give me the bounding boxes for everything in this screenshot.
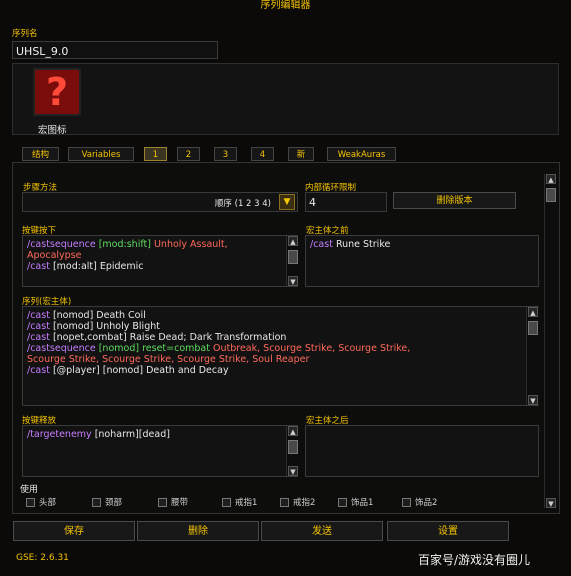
tab-2[interactable]: 2 bbox=[177, 147, 200, 161]
use-item-ring1[interactable]: 戒指1 bbox=[222, 496, 257, 508]
sequence-body-editor[interactable]: /cast [nomod] Death Coil /cast [nomod] U… bbox=[22, 306, 539, 406]
use-item-trinket2[interactable]: 饰品2 bbox=[402, 496, 437, 508]
scroll-thumb[interactable] bbox=[546, 188, 556, 202]
scroll-down-icon[interactable]: ▼ bbox=[288, 276, 298, 286]
step-method-dropdown[interactable]: 顺序 (1 2 3 4) ▼ bbox=[22, 192, 298, 212]
scroll-thumb[interactable] bbox=[528, 321, 538, 335]
use-item-head[interactable]: 头部 bbox=[26, 496, 56, 508]
scroll-down-icon[interactable]: ▼ bbox=[288, 466, 298, 476]
sequence-body-scrollbar[interactable]: ▲ ▼ bbox=[526, 307, 539, 405]
loop-limit-input[interactable]: 4 bbox=[305, 192, 387, 212]
watermark: 百家号/游戏没有圈儿 bbox=[418, 553, 531, 567]
step-method-value: 顺序 (1 2 3 4) bbox=[214, 199, 271, 209]
settings-button[interactable]: 设置 bbox=[387, 521, 509, 541]
prebody-editor[interactable]: /cast Rune Strike bbox=[305, 235, 539, 287]
use-item-trinket1[interactable]: 饰品1 bbox=[338, 496, 373, 508]
sequence-name-input[interactable]: UHSL_9.0 bbox=[12, 41, 218, 59]
macro-icon-frame bbox=[12, 63, 559, 135]
scroll-up-icon[interactable]: ▲ bbox=[288, 236, 298, 246]
keydown-scrollbar[interactable]: ▲ ▼ bbox=[286, 236, 299, 286]
question-mark-icon[interactable]: ? bbox=[33, 68, 81, 116]
sequence-name-value: UHSL_9.0 bbox=[16, 45, 69, 58]
tab-4[interactable]: 4 bbox=[251, 147, 274, 161]
scroll-down-icon[interactable]: ▼ bbox=[528, 395, 538, 405]
keyup-editor[interactable]: /targetenemy [noharm][dead] bbox=[22, 425, 298, 477]
scroll-up-icon[interactable]: ▲ bbox=[528, 307, 538, 317]
scroll-down-icon[interactable]: ▼ bbox=[546, 498, 556, 508]
scroll-up-icon[interactable]: ▲ bbox=[288, 426, 298, 436]
tab-3[interactable]: 3 bbox=[214, 147, 237, 161]
window-title: 序列编辑器 bbox=[260, 0, 311, 11]
tab-1[interactable]: 1 bbox=[144, 147, 167, 161]
macro-icon-label: 宏图标 bbox=[38, 125, 67, 136]
editor-scrollbar[interactable]: ▲ ▼ bbox=[544, 174, 557, 508]
sequence-name-label: 序列名 bbox=[12, 29, 38, 39]
scroll-up-icon[interactable]: ▲ bbox=[546, 174, 556, 184]
keydown-editor[interactable]: /castsequence [mod:shift] Unholy Assault… bbox=[22, 235, 298, 287]
save-button[interactable]: 保存 bbox=[13, 521, 135, 541]
delete-version-button[interactable]: 删除版本 bbox=[393, 192, 516, 209]
send-button[interactable]: 发送 bbox=[261, 521, 383, 541]
use-item-neck[interactable]: 颈部 bbox=[92, 496, 122, 508]
tab-structure[interactable]: 结构 bbox=[22, 147, 59, 161]
tab-new[interactable]: 新 bbox=[288, 147, 314, 161]
chevron-down-icon[interactable]: ▼ bbox=[279, 194, 295, 210]
version-label: GSE: 2.6.31 bbox=[16, 553, 69, 563]
loop-limit-value: 4 bbox=[309, 196, 316, 209]
scroll-thumb[interactable] bbox=[288, 250, 298, 264]
delete-button[interactable]: 删除 bbox=[137, 521, 259, 541]
use-items-row: 头部 颈部 腰带 戒指1 戒指2 饰品1 饰品2 bbox=[26, 496, 546, 508]
keyup-scrollbar[interactable]: ▲ ▼ bbox=[286, 426, 299, 476]
postbody-editor[interactable] bbox=[305, 425, 539, 477]
tab-weakauras[interactable]: WeakAuras bbox=[327, 147, 396, 161]
scroll-thumb[interactable] bbox=[288, 440, 298, 454]
use-item-ring2[interactable]: 戒指2 bbox=[280, 496, 315, 508]
tab-variables[interactable]: Variables bbox=[68, 147, 134, 161]
use-item-waist[interactable]: 腰带 bbox=[158, 496, 188, 508]
use-label: 使用 bbox=[20, 485, 39, 495]
